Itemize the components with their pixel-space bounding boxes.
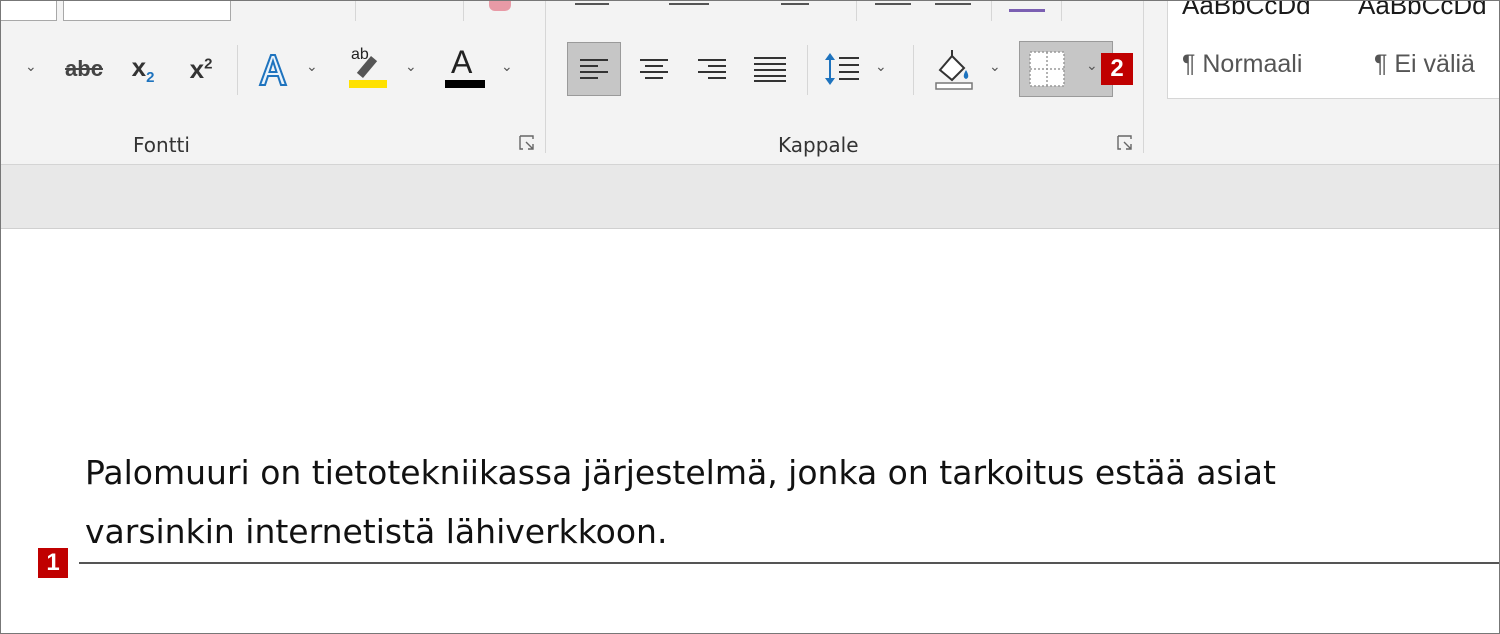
sort-icon[interactable]	[1009, 1, 1045, 12]
ruler-area	[1, 165, 1499, 229]
borders-button[interactable]: ⌄	[1019, 41, 1113, 97]
increase-indent-icon[interactable]	[935, 3, 971, 5]
bullets-icon[interactable]	[575, 3, 609, 5]
separator	[856, 1, 857, 21]
paint-bucket-icon	[935, 50, 973, 90]
justify-icon	[754, 57, 786, 82]
align-center-button[interactable]	[627, 42, 681, 96]
subscript-button[interactable]: x2	[121, 49, 165, 89]
style-name: ¶ Normaali	[1182, 50, 1303, 78]
separator	[807, 45, 808, 95]
chevron-down-icon[interactable]: ⌄	[989, 59, 1001, 75]
separator	[1061, 1, 1062, 21]
superscript-icon: x2	[189, 53, 213, 84]
paragraph-line-1: Palomuuri on tietotekniikassa järjestelm…	[85, 453, 1276, 492]
styles-gallery: AaBbCcDd ¶ Normaali AaBbCcDd ¶ Ei väliä	[1167, 0, 1499, 99]
highlighter-icon: ab	[345, 46, 387, 90]
group-label-paragraph: Kappale	[778, 133, 859, 157]
chevron-down-icon[interactable]: ⌄	[501, 59, 513, 75]
multilevel-list-icon[interactable]	[781, 3, 809, 5]
borders-icon	[1029, 51, 1065, 87]
document-body[interactable]: Palomuuri on tietotekniikassa järjestelm…	[85, 443, 1276, 561]
strikethrough-icon: abc	[65, 56, 103, 81]
callout-badge-1: 1	[38, 548, 68, 578]
strikethrough-button[interactable]: abc	[59, 49, 109, 89]
separator	[237, 45, 238, 95]
align-right-button[interactable]	[685, 42, 739, 96]
style-sample: AaBbCcDd	[1358, 0, 1487, 20]
font-color-icon: A	[441, 44, 485, 90]
highlight-color-bar	[349, 80, 387, 88]
separator	[355, 1, 356, 21]
chevron-down-icon[interactable]: ⌄	[875, 59, 887, 75]
clear-formatting-icon[interactable]	[489, 1, 511, 11]
chevron-down-icon[interactable]: ⌄	[25, 59, 37, 75]
font-size-box[interactable]	[63, 1, 231, 21]
line-spacing-button[interactable]	[817, 45, 865, 93]
line-spacing-icon	[825, 53, 859, 85]
callout-badge-2: 2	[1101, 53, 1133, 85]
numbering-icon[interactable]	[669, 3, 709, 5]
document-page[interactable]	[1, 229, 1499, 633]
style-sample: AaBbCcDd	[1182, 0, 1311, 20]
chevron-down-icon[interactable]: ⌄	[306, 59, 318, 75]
group-label-font: Fontti	[133, 133, 190, 157]
font-name-box[interactable]	[1, 1, 57, 21]
align-right-icon	[698, 59, 726, 79]
group-separator	[545, 1, 546, 153]
superscript-button[interactable]: x2	[179, 49, 223, 89]
horizontal-border-line	[79, 562, 1499, 564]
font-color-bar	[445, 80, 485, 88]
align-left-button[interactable]	[567, 42, 621, 96]
separator	[913, 45, 914, 95]
paragraph-line-2: varsinkin internetistä lähiverkkoon.	[85, 512, 668, 551]
text-effects-icon	[258, 54, 288, 86]
shading-button[interactable]	[927, 45, 979, 93]
align-center-icon	[640, 59, 668, 79]
font-color-button[interactable]: A	[437, 44, 489, 91]
chevron-down-icon[interactable]: ⌄	[1086, 58, 1098, 74]
highlight-button[interactable]: ab	[341, 45, 389, 91]
group-separator	[1143, 1, 1144, 153]
separator	[991, 1, 992, 21]
justify-button[interactable]	[743, 42, 797, 96]
dialog-launcher-icon[interactable]	[1117, 135, 1133, 151]
word-window: ⌄ abc x2 x2 ⌄ ab ⌄ A ⌄ Fontti ⌄ ⌄ ⌄ 2 Ka…	[0, 0, 1500, 634]
style-name: ¶ Ei väliä	[1374, 50, 1475, 78]
dialog-launcher-icon[interactable]	[519, 135, 535, 151]
subscript-icon: x2	[131, 51, 155, 87]
align-left-icon	[580, 59, 608, 79]
ribbon: ⌄ abc x2 x2 ⌄ ab ⌄ A ⌄ Fontti ⌄ ⌄ ⌄ 2 Ka…	[1, 1, 1499, 165]
decrease-indent-icon[interactable]	[875, 3, 911, 5]
chevron-down-icon[interactable]: ⌄	[405, 59, 417, 75]
text-effects-button[interactable]	[251, 47, 295, 91]
separator	[463, 1, 464, 21]
